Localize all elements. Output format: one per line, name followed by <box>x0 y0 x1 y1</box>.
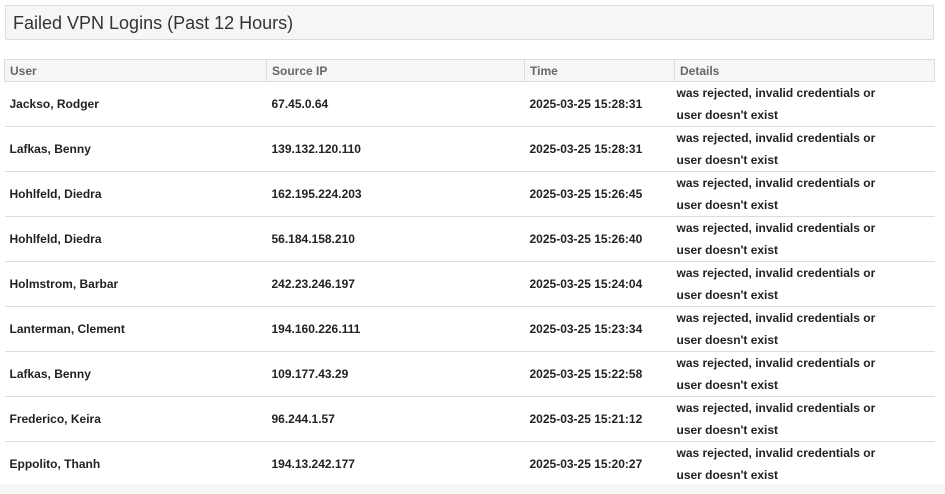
cell-user: Holmstrom, Barbar <box>4 261 267 307</box>
table-row[interactable]: Hohlfeld, Diedra 162.195.224.203 2025-03-2… <box>4 171 935 217</box>
panel-header: Failed VPN Logins (Past 12 Hours) <box>5 5 934 40</box>
cell-time: 2025-03-25 15:28:31 <box>524 126 675 172</box>
table-row[interactable]: Frederico, Keira 96.244.1.57 2025-03-25 15… <box>4 396 935 442</box>
cell-source-ip: 109.177.43.29 <box>266 351 525 397</box>
cell-details: was rejected, invalid credentials or use… <box>674 396 935 442</box>
column-header-time[interactable]: Time <box>524 59 675 82</box>
cell-details: was rejected, invalid credentials or use… <box>674 171 935 217</box>
cell-time: 2025-03-25 15:26:45 <box>524 171 675 217</box>
cell-source-ip: 242.23.246.197 <box>266 261 525 307</box>
table-body: Jackso, Rodger 67.45.0.64 2025-03-25 15:28… <box>4 81 935 487</box>
column-header-user[interactable]: User <box>4 59 267 82</box>
table-row[interactable]: Holmstrom, Barbar 242.23.246.197 2025-03-2… <box>4 261 935 307</box>
cell-user: Frederico, Keira <box>4 396 267 442</box>
cell-time: 2025-03-25 15:24:04 <box>524 261 675 307</box>
cell-time: 2025-03-25 15:26:40 <box>524 216 675 262</box>
cell-source-ip: 96.244.1.57 <box>266 396 525 442</box>
cell-source-ip: 194.13.242.177 <box>266 441 525 487</box>
failed-logins-table: User Source IP Time Details Jackso, Rodg… <box>4 59 935 487</box>
panel-title: Failed VPN Logins (Past 12 Hours) <box>13 13 294 33</box>
cell-details: was rejected, invalid credentials or use… <box>674 441 935 487</box>
table-row[interactable]: Lafkas, Benny 109.177.43.29 2025-03-25 15:… <box>4 351 935 397</box>
cell-details: was rejected, invalid credentials or use… <box>674 216 935 262</box>
table-row[interactable]: Eppolito, Thanh 194.13.242.177 2025-03-25 … <box>4 441 935 487</box>
cell-time: 2025-03-25 15:22:58 <box>524 351 675 397</box>
cell-source-ip: 56.184.158.210 <box>266 216 525 262</box>
cell-source-ip: 162.195.224.203 <box>266 171 525 217</box>
cell-time: 2025-03-25 15:21:12 <box>524 396 675 442</box>
table-row[interactable]: Lanterman, Clement 194.160.226.111 2025-03… <box>4 306 935 352</box>
cell-details: was rejected, invalid credentials or use… <box>674 261 935 307</box>
table-row[interactable]: Jackso, Rodger 67.45.0.64 2025-03-25 15:28… <box>4 81 935 127</box>
cell-source-ip: 139.132.120.110 <box>266 126 525 172</box>
panel-footer <box>0 484 945 494</box>
cell-source-ip: 67.45.0.64 <box>266 81 525 127</box>
cell-user: Jackso, Rodger <box>4 81 267 127</box>
cell-source-ip: 194.160.226.111 <box>266 306 525 352</box>
table-header-row: User Source IP Time Details <box>4 59 935 82</box>
cell-user: Lafkas, Benny <box>4 351 267 397</box>
column-header-source-ip[interactable]: Source IP <box>266 59 525 82</box>
cell-time: 2025-03-25 15:28:31 <box>524 81 675 127</box>
cell-details: was rejected, invalid credentials or use… <box>674 351 935 397</box>
cell-user: Hohlfeld, Diedra <box>4 171 267 217</box>
cell-time: 2025-03-25 15:20:27 <box>524 441 675 487</box>
column-header-details[interactable]: Details <box>674 59 935 82</box>
cell-details: was rejected, invalid credentials or use… <box>674 81 935 127</box>
table-row[interactable]: Hohlfeld, Diedra 56.184.158.210 2025-03-25… <box>4 216 935 262</box>
cell-details: was rejected, invalid credentials or use… <box>674 126 935 172</box>
cell-user: Eppolito, Thanh <box>4 441 267 487</box>
cell-user: Lafkas, Benny <box>4 126 267 172</box>
cell-details: was rejected, invalid credentials or use… <box>674 306 935 352</box>
cell-user: Lanterman, Clement <box>4 306 267 352</box>
failed-vpn-logins-widget: Failed VPN Logins (Past 12 Hours) User S… <box>0 0 945 494</box>
table-row[interactable]: Lafkas, Benny 139.132.120.110 2025-03-25 1… <box>4 126 935 172</box>
cell-time: 2025-03-25 15:23:34 <box>524 306 675 352</box>
cell-user: Hohlfeld, Diedra <box>4 216 267 262</box>
